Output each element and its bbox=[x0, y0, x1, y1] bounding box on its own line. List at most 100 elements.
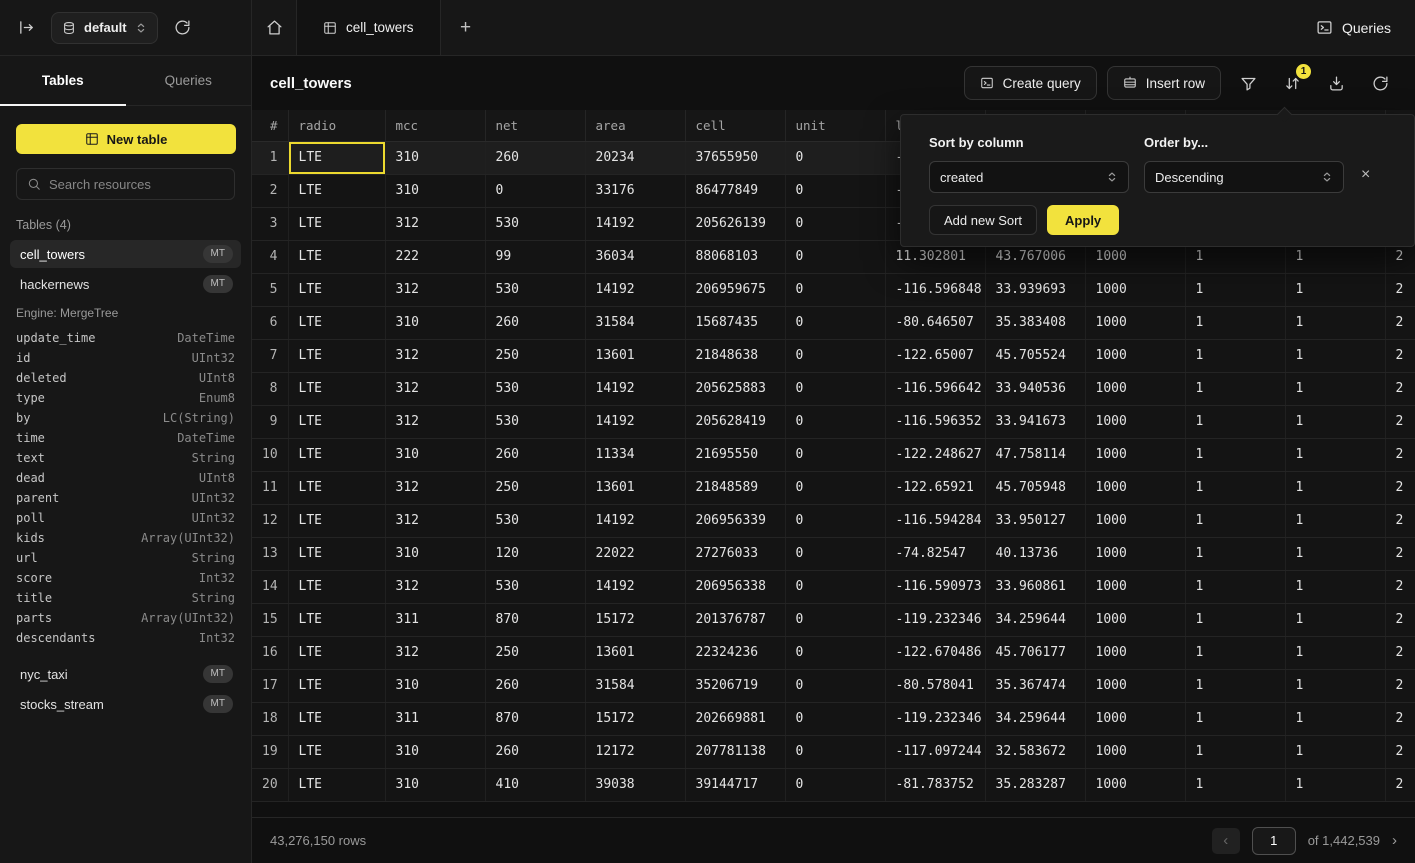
cell[interactable]: 1000 bbox=[1085, 537, 1185, 570]
cell[interactable]: -80.646507 bbox=[885, 306, 985, 339]
cell[interactable]: 311 bbox=[385, 702, 485, 735]
cell[interactable]: 1000 bbox=[1085, 735, 1185, 768]
cell[interactable]: 312 bbox=[385, 372, 485, 405]
cell[interactable]: 260 bbox=[485, 141, 585, 174]
cell[interactable]: 15172 bbox=[585, 603, 685, 636]
tab-cell-towers[interactable]: cell_towers bbox=[296, 0, 441, 55]
cell[interactable]: 1 bbox=[1285, 306, 1385, 339]
cell[interactable]: 2 bbox=[1385, 471, 1415, 504]
column-header-net[interactable]: net bbox=[485, 110, 585, 141]
cell[interactable]: 1 bbox=[1185, 273, 1285, 306]
cell[interactable]: 2 bbox=[1385, 339, 1415, 372]
cell[interactable]: 202669881 bbox=[685, 702, 785, 735]
cell[interactable]: 13601 bbox=[585, 471, 685, 504]
cell[interactable]: -119.232346 bbox=[885, 603, 985, 636]
cell[interactable]: 35.383408 bbox=[985, 306, 1085, 339]
cell[interactable]: 21695550 bbox=[685, 438, 785, 471]
cell[interactable]: -122.65921 bbox=[885, 471, 985, 504]
cell[interactable]: LTE bbox=[288, 669, 385, 702]
cell[interactable]: 33176 bbox=[585, 174, 685, 207]
cell[interactable]: -116.596642 bbox=[885, 372, 985, 405]
sort-button[interactable]: 1 bbox=[1275, 66, 1309, 100]
cell[interactable]: 2 bbox=[1385, 636, 1415, 669]
cell[interactable]: 0 bbox=[785, 339, 885, 372]
create-query-button[interactable]: Create query bbox=[964, 66, 1097, 100]
cell[interactable]: 310 bbox=[385, 306, 485, 339]
cell[interactable]: 1000 bbox=[1085, 438, 1185, 471]
cell[interactable]: 530 bbox=[485, 570, 585, 603]
apply-sort-button[interactable]: Apply bbox=[1047, 205, 1119, 235]
cell[interactable]: LTE bbox=[288, 438, 385, 471]
cell[interactable]: 311 bbox=[385, 603, 485, 636]
cell[interactable]: 31584 bbox=[585, 669, 685, 702]
database-selector[interactable]: default bbox=[51, 12, 158, 44]
cell[interactable]: 1000 bbox=[1085, 339, 1185, 372]
cell[interactable]: 2 bbox=[1385, 306, 1415, 339]
cell[interactable]: 1 bbox=[1185, 372, 1285, 405]
cell[interactable]: 2 bbox=[1385, 273, 1415, 306]
cell[interactable]: 1 bbox=[1285, 504, 1385, 537]
cell[interactable]: 206956338 bbox=[685, 570, 785, 603]
new-table-button[interactable]: New table bbox=[16, 124, 236, 154]
cell[interactable]: LTE bbox=[288, 372, 385, 405]
cell[interactable]: LTE bbox=[288, 603, 385, 636]
cell[interactable]: 1000 bbox=[1085, 504, 1185, 537]
cell[interactable]: 206959675 bbox=[685, 273, 785, 306]
cell[interactable]: LTE bbox=[288, 471, 385, 504]
cell[interactable]: LTE bbox=[288, 636, 385, 669]
cell[interactable]: 1 bbox=[1185, 669, 1285, 702]
queries-button[interactable]: Queries bbox=[1316, 19, 1391, 36]
cell[interactable]: 205628419 bbox=[685, 405, 785, 438]
cell[interactable]: 33.960861 bbox=[985, 570, 1085, 603]
cell[interactable]: 33.940536 bbox=[985, 372, 1085, 405]
cell[interactable]: 20234 bbox=[585, 141, 685, 174]
cell[interactable]: 312 bbox=[385, 405, 485, 438]
cell[interactable]: 310 bbox=[385, 438, 485, 471]
cell[interactable]: 1 bbox=[1185, 504, 1285, 537]
column-header-area[interactable]: area bbox=[585, 110, 685, 141]
cell[interactable]: 13601 bbox=[585, 339, 685, 372]
cell[interactable]: 86477849 bbox=[685, 174, 785, 207]
sort-order-select[interactable]: Descending bbox=[1144, 161, 1344, 193]
cell[interactable]: 45.705524 bbox=[985, 339, 1085, 372]
cell[interactable]: 1000 bbox=[1085, 471, 1185, 504]
column-header-radio[interactable]: radio bbox=[288, 110, 385, 141]
cell[interactable]: 1 bbox=[1285, 372, 1385, 405]
cell[interactable]: 1 bbox=[1185, 405, 1285, 438]
previous-page-button[interactable]: ‹ bbox=[1212, 828, 1240, 854]
cell[interactable]: 33.941673 bbox=[985, 405, 1085, 438]
cell[interactable]: LTE bbox=[288, 141, 385, 174]
sidebar-table-hackernews[interactable]: hackernewsMT bbox=[10, 270, 241, 298]
cell[interactable]: 45.705948 bbox=[985, 471, 1085, 504]
cell[interactable]: LTE bbox=[288, 207, 385, 240]
cell[interactable]: LTE bbox=[288, 240, 385, 273]
cell[interactable]: -116.596848 bbox=[885, 273, 985, 306]
cell[interactable]: 312 bbox=[385, 504, 485, 537]
cell[interactable]: 27276033 bbox=[685, 537, 785, 570]
download-button[interactable] bbox=[1319, 66, 1353, 100]
cell[interactable]: 1000 bbox=[1085, 669, 1185, 702]
cell[interactable]: 0 bbox=[785, 438, 885, 471]
cell[interactable]: 410 bbox=[485, 768, 585, 801]
cell[interactable]: -117.097244 bbox=[885, 735, 985, 768]
cell[interactable]: 1 bbox=[1185, 570, 1285, 603]
cell[interactable]: 1 bbox=[1285, 339, 1385, 372]
column-header-unit[interactable]: unit bbox=[785, 110, 885, 141]
cell[interactable]: 2 bbox=[1385, 504, 1415, 537]
cell[interactable]: LTE bbox=[288, 570, 385, 603]
cell[interactable]: 35206719 bbox=[685, 669, 785, 702]
cell[interactable]: 1 bbox=[1185, 636, 1285, 669]
cell[interactable]: 0 bbox=[785, 405, 885, 438]
cell[interactable]: 205626139 bbox=[685, 207, 785, 240]
cell[interactable]: 1 bbox=[1185, 438, 1285, 471]
cell[interactable]: -122.65007 bbox=[885, 339, 985, 372]
cell[interactable]: 530 bbox=[485, 504, 585, 537]
cell[interactable]: 34.259644 bbox=[985, 702, 1085, 735]
cell[interactable]: -122.670486 bbox=[885, 636, 985, 669]
cell[interactable]: 12172 bbox=[585, 735, 685, 768]
cell[interactable]: LTE bbox=[288, 504, 385, 537]
cell[interactable]: 1000 bbox=[1085, 306, 1185, 339]
cell[interactable]: 0 bbox=[785, 504, 885, 537]
cell[interactable]: 11334 bbox=[585, 438, 685, 471]
cell[interactable]: 1 bbox=[1285, 636, 1385, 669]
